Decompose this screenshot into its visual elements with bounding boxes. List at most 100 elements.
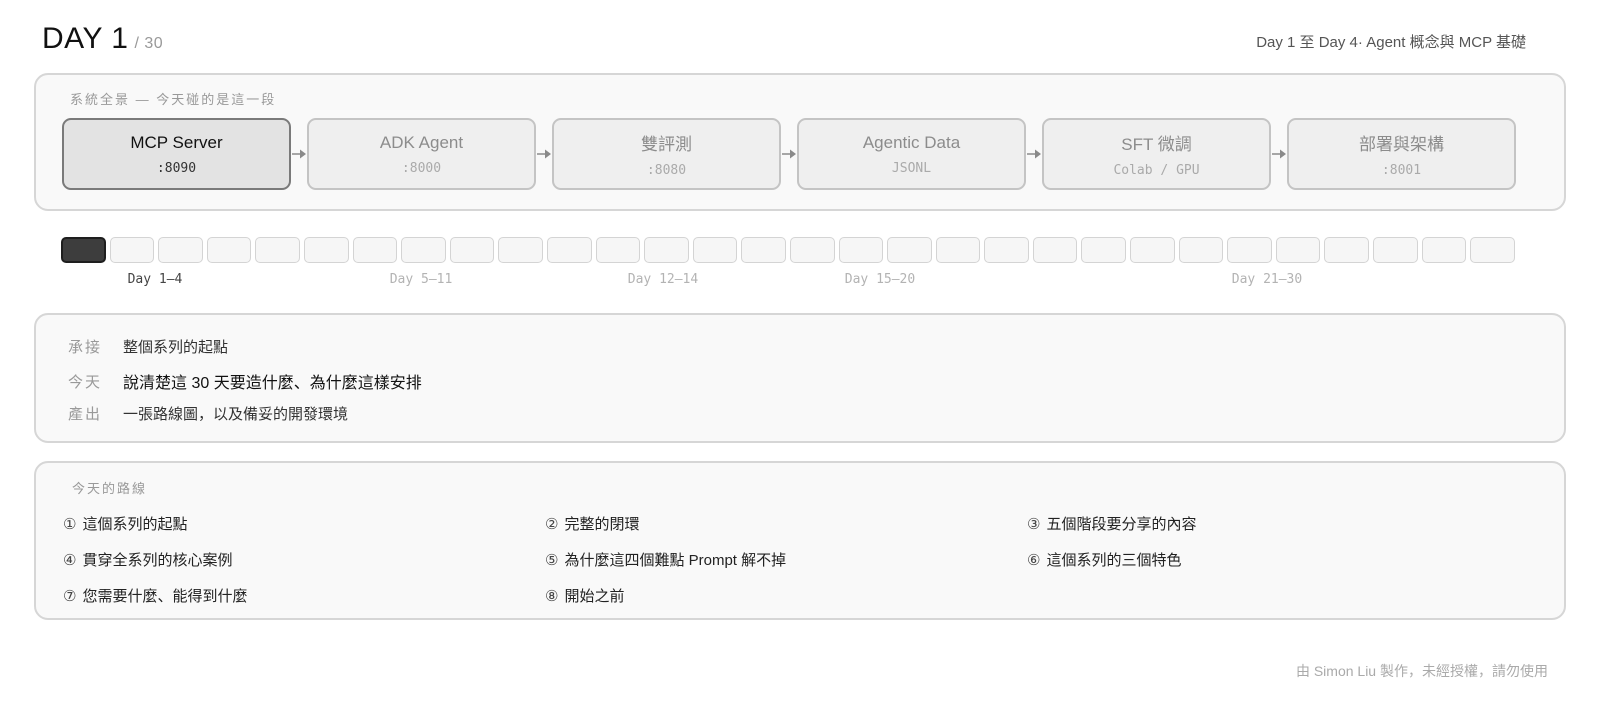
arrow-right-icon bbox=[291, 118, 307, 190]
day-cell bbox=[1032, 237, 1078, 263]
route-text: 完整的閉環 bbox=[564, 516, 640, 533]
route-number: ④ bbox=[63, 551, 77, 569]
route-item: ① 這個系列的起點 bbox=[63, 513, 187, 534]
day-title: DAY 1 bbox=[42, 22, 129, 55]
slide: DAY 1 / 30 Day 1 至 Day 4· Agent 概念與 MCP … bbox=[0, 0, 1600, 703]
route-text: 貫穿全系列的核心案例 bbox=[82, 552, 233, 569]
day-cell bbox=[1421, 237, 1467, 263]
stage-port: :8080 bbox=[646, 163, 687, 178]
day-total: / 30 bbox=[134, 35, 164, 52]
day-cell bbox=[741, 237, 786, 263]
day-range-label: Day 5–11 bbox=[389, 272, 453, 287]
context-value: 說清楚這 30 天要造什麼、為什麼這樣安排 bbox=[123, 375, 422, 392]
day-cell bbox=[206, 237, 252, 263]
day-progress-track bbox=[61, 237, 1515, 263]
route-number: ⑦ bbox=[63, 587, 77, 605]
day-cell bbox=[984, 237, 1029, 263]
arrow-right-icon bbox=[1271, 118, 1287, 190]
day-cell bbox=[644, 237, 689, 263]
stage-name: Agentic Data bbox=[862, 132, 961, 152]
context-key: 承接 bbox=[68, 339, 103, 356]
context-value: 整個系列的起點 bbox=[123, 339, 229, 356]
arrow-right-icon bbox=[1026, 118, 1042, 190]
stage-name: SFT 微調 bbox=[1121, 135, 1192, 154]
day-cell bbox=[1227, 237, 1272, 263]
arrow-right-icon bbox=[536, 118, 552, 190]
pipeline-stages: MCP Server :8090 ADK Agent :8000 雙評測 :80… bbox=[62, 118, 1516, 190]
route-text: 這個系列的起點 bbox=[82, 516, 188, 533]
day-range-labels: Day 1–4 Day 5–11 Day 12–14 Day 15–20 Day… bbox=[0, 272, 1600, 292]
arrow-right-icon bbox=[781, 118, 797, 190]
day-cell bbox=[838, 237, 884, 263]
route-number: ⑥ bbox=[1027, 551, 1041, 569]
route-item: ② 完整的閉環 bbox=[545, 513, 639, 534]
day-cell bbox=[401, 237, 446, 263]
route-text: 這個系列的三個特色 bbox=[1046, 552, 1182, 569]
route-number: ⑤ bbox=[545, 551, 559, 569]
day-cell bbox=[158, 237, 203, 263]
day-cell bbox=[1081, 237, 1127, 263]
day-cell bbox=[1324, 237, 1370, 263]
route-number: ③ bbox=[1027, 515, 1041, 533]
day-cell bbox=[1275, 237, 1321, 263]
day-cell bbox=[1373, 237, 1418, 263]
route-item: ⑦ 您需要什麼、能得到什麼 bbox=[63, 585, 247, 606]
day-range-label: Day 21–30 bbox=[1231, 272, 1303, 287]
day-cell bbox=[887, 237, 932, 263]
day-cell-current bbox=[61, 237, 106, 263]
day-cell bbox=[789, 237, 835, 263]
context-row-previous: 承接 整個系列的起點 bbox=[68, 336, 228, 357]
route-label: 今天的路線 bbox=[72, 481, 148, 496]
day-cell bbox=[352, 237, 398, 263]
system-overview-panel: 系統全景 — 今天碰的是這一段 MCP Server :8090 ADK Age… bbox=[34, 73, 1566, 211]
day-cell bbox=[498, 237, 543, 263]
day-cell bbox=[1178, 237, 1224, 263]
context-key: 產出 bbox=[68, 406, 103, 423]
stage-name: MCP Server bbox=[130, 132, 223, 152]
stage-name: 部署與架構 bbox=[1359, 135, 1444, 154]
day-range-label: Day 15–20 bbox=[844, 272, 916, 287]
route-number: ⑧ bbox=[545, 587, 559, 605]
stage-deploy: 部署與架構 :8001 bbox=[1287, 118, 1516, 190]
route-text: 您需要什麼、能得到什麼 bbox=[82, 588, 248, 605]
day-cell bbox=[1130, 237, 1175, 263]
stage-mcp-server: MCP Server :8090 bbox=[62, 118, 291, 190]
day-cell bbox=[109, 237, 155, 263]
route-item: ④ 貫穿全系列的核心案例 bbox=[63, 549, 232, 570]
route-item: ⑥ 這個系列的三個特色 bbox=[1027, 549, 1181, 570]
day-cell bbox=[595, 237, 641, 263]
context-row-output: 產出 一張路線圖，以及備妥的開發環境 bbox=[68, 403, 348, 424]
route-text: 五個階段要分享的內容 bbox=[1046, 516, 1197, 533]
route-text: 為什麼這四個難點 Prompt 解不掉 bbox=[564, 552, 787, 569]
context-panel: 承接 整個系列的起點 今天 說清楚這 30 天要造什麼、為什麼這樣安排 產出 一… bbox=[34, 313, 1566, 443]
day-range-label: Day 1–4 bbox=[127, 272, 183, 287]
day-range-label: Day 12–14 bbox=[627, 272, 699, 287]
day-cell bbox=[449, 237, 495, 263]
stage-runtime: Colab / GPU bbox=[1113, 163, 1200, 178]
todays-route-panel: 今天的路線 ① 這個系列的起點 ② 完整的閉環 ③ 五個階段要分享的內容 ④ 貫穿全系列… bbox=[34, 461, 1566, 620]
route-text: 開始之前 bbox=[564, 588, 625, 605]
stage-sft: SFT 微調 Colab / GPU bbox=[1042, 118, 1271, 190]
context-row-today: 今天 說清楚這 30 天要造什麼、為什麼這樣安排 bbox=[68, 369, 422, 393]
header-subtitle: Day 1 至 Day 4· Agent 概念與 MCP 基礎 bbox=[1256, 34, 1526, 51]
stage-port: :8000 bbox=[401, 160, 442, 176]
context-key: 今天 bbox=[68, 373, 103, 391]
day-cell bbox=[546, 237, 592, 263]
stage-format: JSONL bbox=[891, 160, 932, 176]
day-cell bbox=[255, 237, 300, 263]
stage-dual-eval: 雙評測 :8080 bbox=[552, 118, 781, 190]
system-overview-label: 系統全景 — 今天碰的是這一段 bbox=[70, 92, 277, 107]
day-cell bbox=[935, 237, 981, 263]
copyright-footer: 由 Simon Liu 製作，未經授權，請勿使用 bbox=[1295, 663, 1548, 679]
stage-name: ADK Agent bbox=[379, 132, 464, 152]
route-item: ⑤ 為什麼這四個難點 Prompt 解不掉 bbox=[545, 549, 786, 570]
context-value: 一張路線圖，以及備妥的開發環境 bbox=[123, 406, 349, 423]
stage-port: :8090 bbox=[156, 160, 197, 176]
route-item: ⑧ 開始之前 bbox=[545, 585, 624, 606]
day-cell bbox=[303, 237, 349, 263]
stage-agentic-data: Agentic Data JSONL bbox=[797, 118, 1026, 190]
day-cell bbox=[1470, 237, 1515, 263]
stage-adk-agent: ADK Agent :8000 bbox=[307, 118, 536, 190]
day-cell bbox=[692, 237, 738, 263]
route-item: ③ 五個階段要分享的內容 bbox=[1027, 513, 1196, 534]
